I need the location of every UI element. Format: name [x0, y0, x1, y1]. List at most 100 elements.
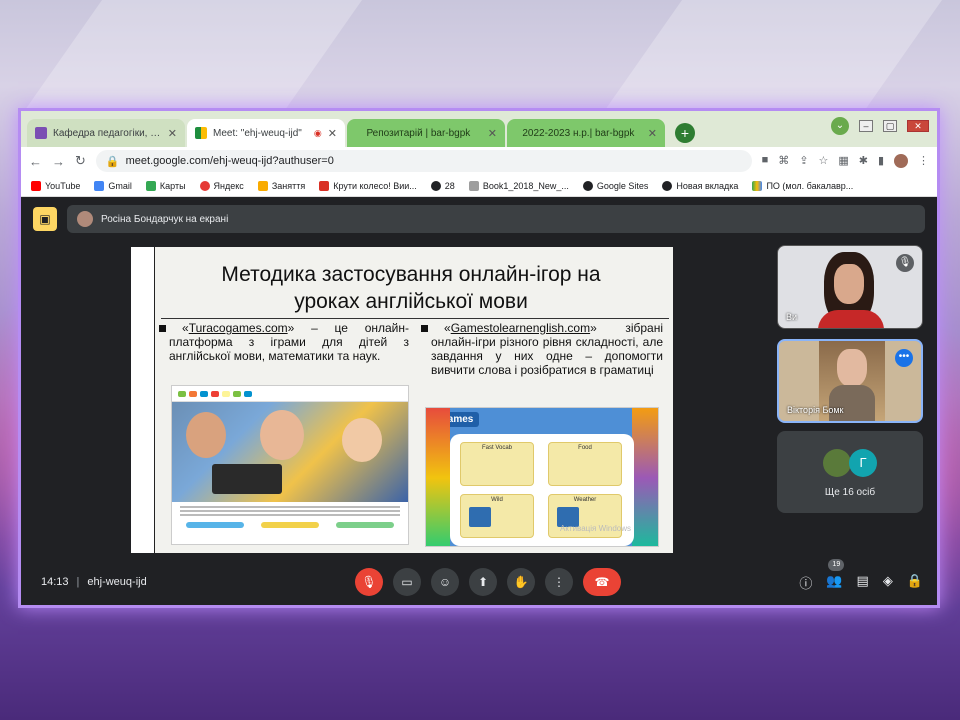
nav-chip — [189, 390, 197, 397]
camera-toggle-button[interactable]: ▭ — [393, 568, 421, 596]
minimize-icon[interactable]: – — [859, 120, 873, 132]
close-icon[interactable]: ✕ — [328, 127, 337, 140]
call-controls: 14:13 | ehj-weuq-ijd 🎙 ▭ ☺ ⬆ ✋ ⋮ ☎ ⓘ 19 👥… — [21, 558, 937, 599]
bookmark-28[interactable]: 28 — [430, 180, 455, 191]
kid-face — [186, 412, 226, 458]
url-input[interactable]: 🔒 meet.google.com/ehj-weuq-ijd?authuser=… — [95, 150, 752, 172]
sidebar-icon[interactable]: ▮ — [878, 154, 884, 168]
back-icon[interactable]: ← — [29, 154, 42, 169]
participant-tile-viktoria[interactable]: ••• Вікторія Бомк — [777, 339, 923, 423]
bullet-icon — [159, 325, 166, 333]
presenter-banner: Росіна Бондарчук на екрані — [67, 205, 925, 233]
meeting-code: ehj-weuq-ijd — [87, 576, 147, 588]
close-icon[interactable]: ✕ — [168, 127, 177, 140]
participant-tile-self[interactable]: 🎙 Ви — [777, 245, 923, 329]
games-panel: Fast Vocab Food Wild Weather Активація W… — [450, 434, 634, 546]
host-controls-icon[interactable]: 🔒 — [907, 573, 923, 592]
science-games-button — [335, 522, 394, 528]
chevron-down-icon[interactable]: ⌄ — [831, 117, 849, 135]
globe-icon — [662, 180, 673, 191]
new-tab-button[interactable]: + — [675, 123, 695, 143]
bookmark-book[interactable]: Book1_2018_New_... — [468, 180, 569, 191]
card-title: Weather — [573, 497, 597, 503]
tab-school-year[interactable]: 2022-2023 н.р.| bar-bgpk ✕ — [507, 119, 665, 147]
participant-tile-others[interactable]: Г Ще 16 осіб — [777, 431, 923, 513]
reload-icon[interactable]: ↻ — [75, 153, 86, 169]
bookmark-sites[interactable]: Google Sites — [582, 180, 648, 191]
participant-mini-avatar — [823, 449, 851, 477]
camera-icon[interactable]: ■ — [762, 154, 769, 168]
tab-kafedra[interactable]: Кафедра педагогіки, психології ✕ — [27, 119, 185, 147]
mic-toggle-button[interactable]: 🎙 — [355, 568, 383, 596]
puzzle-icon[interactable]: ✱ — [859, 154, 868, 168]
raise-hand-button[interactable]: ✋ — [507, 568, 535, 596]
card-title: Wild — [491, 497, 503, 503]
menu-dots-icon[interactable]: ⋮ — [918, 154, 929, 168]
tab-title: Репозитарій | bar-bgpk — [366, 127, 471, 139]
bookmark-classes[interactable]: Заняття — [257, 180, 305, 191]
globe-icon — [430, 180, 441, 191]
people-button[interactable]: 19 👥 — [826, 558, 845, 592]
games-screenshot: Games Fast Vocab Food Wild Weather Актив… — [425, 407, 659, 547]
kid-face — [260, 410, 304, 460]
star-icon[interactable]: ☆ — [818, 154, 828, 168]
bookmark-yandex[interactable]: Яндекс — [199, 180, 244, 191]
translate-icon[interactable]: ⌘ — [778, 154, 789, 168]
screen-share-icon[interactable]: ▣ — [33, 207, 57, 231]
nav-chip — [244, 390, 252, 397]
more-options-button[interactable]: ⋮ — [545, 568, 573, 596]
slide-column-games: «Gamestolearnenglish.com» зібрані онлайн… — [421, 321, 663, 377]
present-screen-button[interactable]: ⬆ — [469, 568, 497, 596]
restore-icon[interactable]: ▢ — [883, 120, 897, 132]
game-card: Food — [548, 442, 622, 486]
participant-face — [834, 264, 864, 304]
bookmark-drive[interactable]: ПО (мол. бакалавр... — [752, 180, 853, 191]
more-options-icon[interactable]: ••• — [895, 349, 913, 367]
forward-icon[interactable]: → — [52, 154, 65, 169]
bookmark-gmail[interactable]: Gmail — [94, 180, 132, 191]
close-window-icon[interactable]: ✕ — [907, 120, 929, 132]
turaco-nav — [172, 386, 408, 402]
tablet-image — [212, 464, 282, 494]
activities-icon[interactable]: ◈ — [883, 573, 893, 592]
slide-title-line1: Методика застосування онлайн-ігор на — [221, 263, 601, 286]
separator: | — [76, 576, 80, 588]
participant-clothing — [818, 310, 884, 328]
info-icon[interactable]: ⓘ — [799, 573, 812, 592]
close-icon[interactable]: ✕ — [648, 127, 657, 140]
extension-icon[interactable]: ▦ — [838, 154, 848, 168]
nav-chip — [200, 390, 208, 397]
tab-meet[interactable]: Meet: "ehj-weuq-ijd" ◉ ✕ — [187, 119, 345, 147]
bookmark-youtube[interactable]: YouTube — [31, 180, 80, 191]
bookmark-maps[interactable]: Карты — [145, 180, 186, 191]
slide-title: Методика застосування онлайн-ігор на уро… — [171, 261, 651, 315]
close-icon[interactable]: ✕ — [488, 127, 497, 140]
turaco-link: Turacogames.com — [188, 321, 288, 335]
slide-column-turaco: «Turacogames.com» – це онлайн-платформа … — [159, 321, 409, 363]
share-icon[interactable]: ⇪ — [799, 154, 808, 168]
leave-call-button[interactable]: ☎ — [583, 568, 621, 596]
emoji-button[interactable]: ☺ — [431, 568, 459, 596]
math-games-button — [186, 522, 245, 528]
browser-window: Кафедра педагогіки, психології ✕ Meet: "… — [18, 108, 940, 608]
tab-title: Meet: "ehj-weuq-ijd" — [213, 127, 302, 139]
tab-repository[interactable]: Репозитарій | bar-bgpk ✕ — [347, 119, 505, 147]
bookmark-newtab[interactable]: Новая вкладка — [662, 180, 738, 191]
gift-icon — [319, 180, 330, 191]
tab-bar: Кафедра педагогіки, психології ✕ Meet: "… — [21, 111, 937, 147]
bookmark-wheel[interactable]: Крути колесо! Вии... — [319, 180, 417, 191]
decor-stripe — [426, 408, 450, 546]
shared-slide: Методика застосування онлайн-ігор на уро… — [131, 247, 673, 553]
nav-chip — [211, 390, 219, 397]
mic-off-icon: 🎙 — [896, 254, 914, 272]
maps-icon — [145, 180, 156, 191]
presenter-avatar — [77, 211, 93, 227]
yandex-icon — [199, 180, 210, 191]
slide-divider — [161, 318, 669, 319]
tab-title: Кафедра педагогіки, психології — [53, 127, 162, 139]
profile-avatar[interactable] — [894, 154, 908, 168]
chat-icon[interactable]: ▤ — [857, 573, 869, 592]
games-link: Gamestolearnenglish.com — [450, 321, 591, 335]
game-card: Wild — [460, 494, 534, 538]
game-card: Fast Vocab — [460, 442, 534, 486]
